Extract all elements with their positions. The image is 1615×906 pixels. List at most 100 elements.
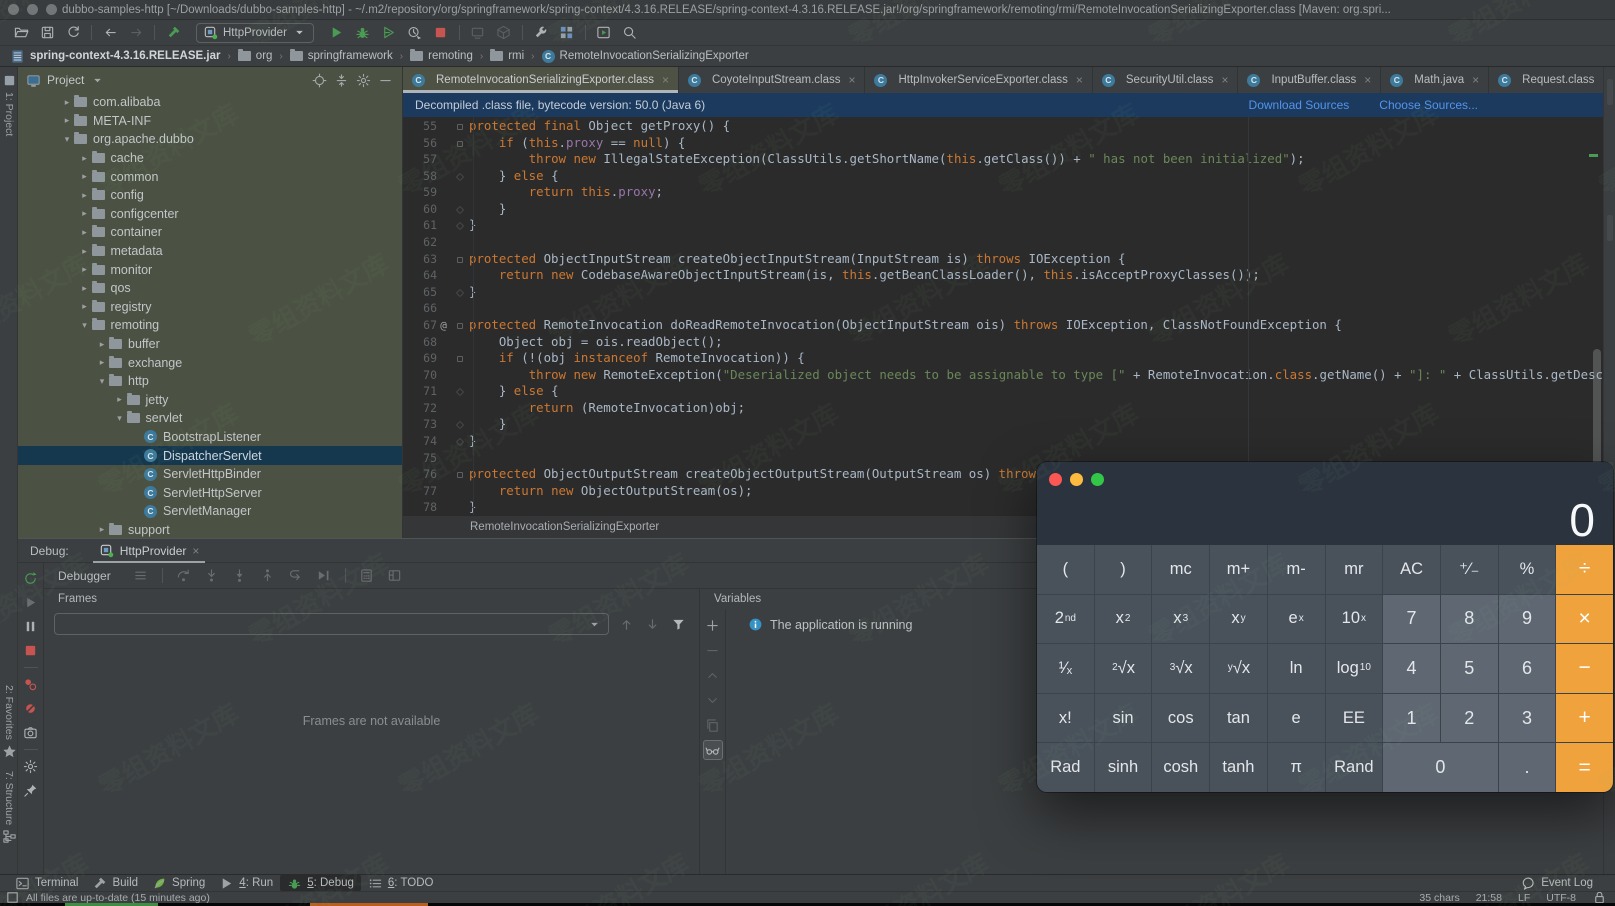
calc-key-mr[interactable]: mr [1326, 545, 1383, 594]
move-up-button[interactable] [703, 665, 723, 685]
fold-marker[interactable] [450, 466, 469, 483]
calc-key-cosh[interactable]: cosh [1152, 743, 1209, 792]
chevron-right-icon[interactable]: ▸ [78, 301, 92, 312]
hide-button[interactable] [374, 70, 396, 90]
calc-key-divide[interactable]: ÷ [1556, 545, 1613, 594]
force-step-into-button[interactable] [228, 566, 252, 586]
minimize-window-button[interactable] [27, 4, 38, 15]
calc-key-point[interactable]: . [1499, 743, 1556, 792]
frame-down-button[interactable] [641, 614, 663, 634]
tool-window-button-4: Run[interactable]: 4: Run [212, 875, 280, 891]
status-item[interactable]: UTF-8 [1546, 892, 1576, 904]
editor-tab-HttpInvokerServiceExporter.class[interactable]: CHttpInvokerServiceExporter.class× [865, 67, 1092, 93]
editor-tab-CoyoteInputStream.class[interactable]: CCoyoteInputStream.class× [679, 67, 866, 93]
tree-item-META-INF[interactable]: ▸META-INF [18, 112, 402, 131]
show-watches-button[interactable] [703, 740, 723, 760]
calc-key-pi[interactable]: π [1268, 743, 1325, 792]
breadcrumb-item[interactable]: rmi [490, 50, 524, 62]
rerun-button[interactable] [21, 568, 41, 588]
run-coverage-button[interactable] [376, 22, 402, 44]
fold-marker[interactable] [450, 251, 469, 268]
tree-item-ServletHttpBinder[interactable]: CServletHttpBinder [18, 465, 402, 484]
calc-key-1[interactable]: 1 [1383, 694, 1440, 743]
tree-item-servlet[interactable]: ▾servlet [18, 409, 402, 428]
tree-item-common[interactable]: ▸common [18, 167, 402, 186]
calc-key-cube-root[interactable]: 3√x [1152, 644, 1209, 693]
run-configuration-selector[interactable]: HttpProvider [196, 23, 314, 43]
resume-button[interactable] [21, 592, 41, 612]
debug-session-tab[interactable]: HttpProvider × [91, 539, 208, 563]
tree-item-remoting[interactable]: ▾remoting [18, 316, 402, 335]
chevron-right-icon[interactable]: ▸ [60, 115, 74, 126]
run-anything-button[interactable] [591, 22, 617, 44]
project-view-selector[interactable] [90, 73, 105, 88]
profiler-button[interactable] [402, 22, 428, 44]
fold-marker[interactable] [450, 201, 469, 218]
calc-key-4[interactable]: 4 [1383, 644, 1440, 693]
close-icon[interactable]: × [1364, 73, 1371, 87]
calc-key-e-power-x[interactable]: ex [1268, 595, 1325, 644]
chevron-right-icon[interactable]: ▸ [78, 264, 92, 275]
debug-button[interactable] [350, 22, 376, 44]
calc-minimize-button[interactable] [1070, 473, 1083, 486]
tool-button-structure[interactable]: 7: Structure [0, 771, 18, 844]
run-to-cursor-button[interactable] [312, 566, 336, 586]
calc-key-multiply[interactable]: × [1556, 595, 1613, 644]
breadcrumb-item[interactable]: org [238, 50, 273, 62]
banner-link-download-sources[interactable]: Download Sources [1249, 98, 1350, 112]
calc-key-ee[interactable]: EE [1326, 694, 1383, 743]
calc-key-x-cubed[interactable]: x3 [1152, 595, 1209, 644]
locate-button[interactable] [308, 70, 330, 90]
calc-key-ln[interactable]: ln [1268, 644, 1325, 693]
move-down-button[interactable] [703, 690, 723, 710]
chevron-right-icon[interactable]: ▸ [95, 524, 109, 535]
zoom-window-button[interactable] [46, 4, 57, 15]
stop-button[interactable] [428, 22, 454, 44]
back-button[interactable] [97, 22, 123, 44]
calc-key-y-root[interactable]: y√x [1210, 644, 1267, 693]
calc-key-x-power-y[interactable]: xy [1210, 595, 1267, 644]
step-out-button[interactable] [256, 566, 280, 586]
tree-item-com.alibaba[interactable]: ▸com.alibaba [18, 93, 402, 112]
chevron-right-icon[interactable]: ▸ [78, 283, 92, 294]
tool-window-button-5: Debug[interactable]: 5: Debug [280, 875, 361, 891]
tree-item-registry[interactable]: ▸registry [18, 298, 402, 317]
project-structure-button[interactable] [554, 22, 580, 44]
calc-key-ten-power-x[interactable]: 10x [1326, 595, 1383, 644]
close-icon[interactable]: × [1221, 73, 1228, 87]
calc-key-equals[interactable]: = [1556, 743, 1613, 792]
build-hammer-button[interactable] [160, 22, 186, 44]
calc-key-6[interactable]: 6 [1499, 644, 1556, 693]
calc-key-percent[interactable]: % [1499, 545, 1556, 594]
chevron-right-icon[interactable]: ▸ [95, 357, 109, 368]
tree-item-http[interactable]: ▾http [18, 372, 402, 391]
step-into-button[interactable] [200, 566, 224, 586]
right-stripe-tool-button[interactable] [1607, 79, 1613, 105]
calc-key-m-plus[interactable]: m+ [1210, 545, 1267, 594]
tool-button-project[interactable]: 1: Project [0, 73, 18, 136]
calc-close-button[interactable] [1049, 473, 1062, 486]
calc-key-2[interactable]: 2 [1441, 694, 1498, 743]
search-everywhere-button[interactable] [617, 22, 643, 44]
tool-button-star[interactable]: 2: Favorites [0, 685, 18, 759]
wrench-button[interactable] [528, 22, 554, 44]
status-item[interactable]: 21:58 [1476, 892, 1502, 904]
calc-key-3[interactable]: 3 [1499, 694, 1556, 743]
status-item[interactable]: 35 chars [1419, 892, 1459, 904]
pause-button[interactable] [21, 616, 41, 636]
calc-key-tan[interactable]: tan [1210, 694, 1267, 743]
calc-key-mc[interactable]: mc [1152, 545, 1209, 594]
chevron-down-icon[interactable]: ▾ [78, 320, 92, 331]
tree-item-jetty[interactable]: ▸jetty [18, 391, 402, 410]
tree-item-metadata[interactable]: ▸metadata [18, 242, 402, 261]
tree-item-support[interactable]: ▸support [18, 521, 402, 538]
threads-menu-button[interactable] [129, 566, 153, 586]
mute-breakpoints-button[interactable] [21, 698, 41, 718]
breadcrumb-item[interactable]: remoting [410, 50, 473, 62]
status-item[interactable]: LF [1518, 892, 1530, 904]
calc-key-close-paren[interactable]: ) [1095, 545, 1152, 594]
calc-key-x-squared[interactable]: x2 [1095, 595, 1152, 644]
calc-key-tanh[interactable]: tanh [1210, 743, 1267, 792]
editor-tab-Request.class[interactable]: CRequest.class× [1489, 67, 1615, 93]
event-log-button[interactable]: Event Log [1521, 876, 1607, 891]
